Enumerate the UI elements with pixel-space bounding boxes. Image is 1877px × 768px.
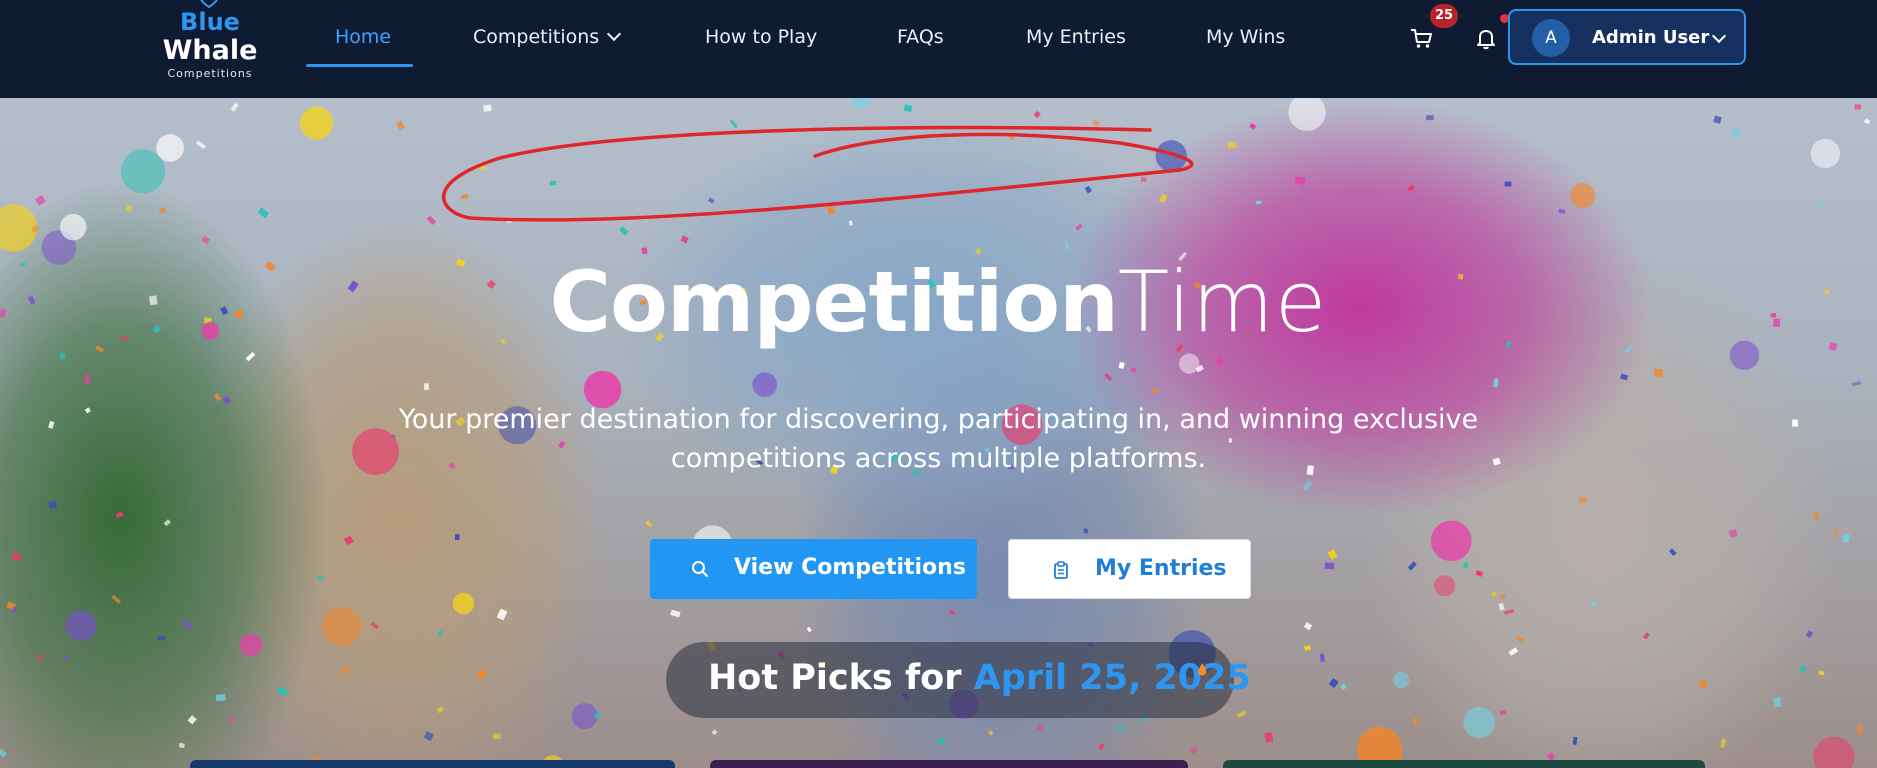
- hot-picks-date: April 25, 2025: [973, 658, 1251, 698]
- view-competitions-label: View Competitions: [734, 555, 966, 580]
- top-navbar: Blue Whale Competitions Home Competition…: [0, 0, 1877, 98]
- nav-my-wins[interactable]: My Wins: [1206, 26, 1285, 48]
- nav-my-entries[interactable]: My Entries: [1026, 26, 1126, 48]
- active-tab-indicator: [306, 64, 413, 67]
- nav-faqs[interactable]: FAQs: [897, 26, 944, 48]
- hero-title-bold: Competition: [549, 253, 1119, 351]
- hot-picks-label: Hot Picks for: [708, 658, 962, 698]
- brand-line-1: Blue: [180, 8, 240, 36]
- avatar: A: [1532, 19, 1570, 57]
- hero-title-light: Time: [1117, 253, 1328, 351]
- heart-icon: [200, 0, 218, 8]
- nav-home[interactable]: Home: [335, 26, 391, 48]
- user-name: Admin User: [1592, 27, 1710, 48]
- hero-subtitle-line-2: competitions across multiple platforms.: [670, 443, 1207, 474]
- my-entries-label: My Entries: [1095, 556, 1227, 581]
- flame-icon: [1197, 663, 1207, 676]
- search-icon: [692, 561, 708, 577]
- competition-card-2[interactable]: [710, 760, 1188, 768]
- nav-how-to-play[interactable]: How to Play: [705, 26, 817, 48]
- nav-competitions[interactable]: Competitions: [473, 26, 622, 48]
- competition-card-1[interactable]: [190, 760, 675, 768]
- hero-banner: CompetitionTime Your premier destination…: [0, 98, 1877, 768]
- brand-line-2: Whale: [162, 35, 258, 66]
- clipboard-icon: [1054, 561, 1068, 579]
- hot-picks-heading: Hot Picks for April 25, 2025: [708, 658, 1251, 698]
- cart-icon[interactable]: [1406, 23, 1436, 53]
- brand-line-3: Competitions: [167, 67, 253, 80]
- view-competitions-button[interactable]: View Competitions: [650, 539, 977, 599]
- cart-count-badge: 25: [1430, 4, 1458, 28]
- user-menu-button[interactable]: A Admin User: [1508, 9, 1746, 65]
- nav-competitions-label: Competitions: [473, 26, 600, 48]
- hot-picks-banner: Hot Picks for April 25, 2025: [666, 642, 1251, 718]
- brand-logo[interactable]: Blue Whale Competitions: [150, 0, 270, 98]
- competition-card-3[interactable]: [1223, 760, 1705, 768]
- bell-icon[interactable]: [1471, 23, 1501, 53]
- my-entries-button[interactable]: My Entries: [1008, 539, 1251, 599]
- chevron-down-icon: [607, 26, 622, 42]
- hero-title: CompetitionTime: [0, 253, 1877, 351]
- hero-subtitle-line-1: Your premier destination for discovering…: [398, 404, 1479, 435]
- chevron-down-icon: [1711, 28, 1727, 44]
